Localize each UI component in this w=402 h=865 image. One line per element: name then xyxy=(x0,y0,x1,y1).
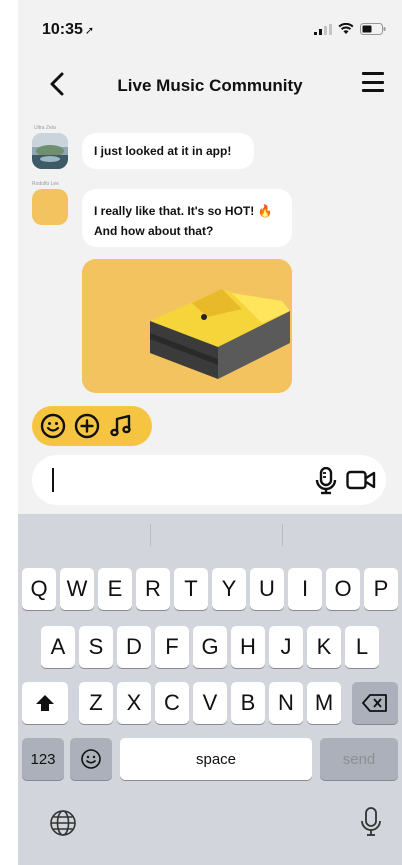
key-t[interactable]: T xyxy=(174,568,208,610)
emoji-icon xyxy=(40,413,66,439)
globe-icon xyxy=(50,810,76,836)
suggestion-bar xyxy=(18,514,402,554)
battery-icon xyxy=(360,23,386,35)
message-bubble: I just looked at it in app! xyxy=(82,133,254,169)
key-d[interactable]: D xyxy=(117,626,151,668)
add-button[interactable] xyxy=(74,413,100,439)
suggestion-divider xyxy=(282,524,283,546)
globe-button[interactable] xyxy=(48,808,78,838)
key-m[interactable]: M xyxy=(307,682,341,724)
key-l[interactable]: L xyxy=(345,626,379,668)
menu-bar xyxy=(362,72,384,75)
key-n[interactable]: N xyxy=(269,682,303,724)
message-bubble: I really like that. It's so HOT! 🔥 And h… xyxy=(82,189,292,247)
space-key[interactable]: space xyxy=(120,738,312,780)
backspace-icon xyxy=(362,694,387,712)
quick-actions-bar xyxy=(32,406,152,446)
key-f[interactable]: F xyxy=(155,626,189,668)
key-s[interactable]: S xyxy=(79,626,113,668)
message-text: I really like that. It's so HOT! 🔥 xyxy=(94,204,273,218)
phone-screen: 10:35 ➚ Live Music Community Ultra Zeta … xyxy=(18,0,402,865)
key-w[interactable]: W xyxy=(60,568,94,610)
emoji-button[interactable] xyxy=(40,413,66,439)
menu-bar xyxy=(362,80,384,84)
key-r[interactable]: R xyxy=(136,568,170,610)
keyboard: Q W E R T Y U I O P A S D F G H J K L Z … xyxy=(18,514,402,865)
key-y[interactable]: Y xyxy=(212,568,246,610)
key-o[interactable]: O xyxy=(326,568,360,610)
message-input[interactable] xyxy=(32,455,386,505)
voice-button[interactable] xyxy=(314,466,338,495)
key-b[interactable]: B xyxy=(231,682,265,724)
avatar[interactable] xyxy=(32,189,68,225)
backspace-key[interactable] xyxy=(352,682,398,724)
message-text: I just looked at it in app! xyxy=(94,144,232,158)
chat-header: Live Music Community xyxy=(18,56,402,116)
key-h[interactable]: H xyxy=(231,626,265,668)
suggestion-divider xyxy=(150,524,151,546)
sender-name: Rodolfo Lee xyxy=(32,181,59,187)
sender-name: Ultra Zeta xyxy=(34,125,56,131)
status-icons xyxy=(314,23,386,35)
key-j[interactable]: J xyxy=(269,626,303,668)
send-key[interactable]: send xyxy=(320,738,398,780)
emoji-icon xyxy=(81,749,101,769)
message-image[interactable] xyxy=(82,259,292,393)
key-x[interactable]: X xyxy=(117,682,151,724)
key-i[interactable]: I xyxy=(288,568,322,610)
key-p[interactable]: P xyxy=(364,568,398,610)
microphone-icon xyxy=(361,807,381,836)
key-z[interactable]: Z xyxy=(79,682,113,724)
time-text: 10:35 xyxy=(42,21,83,38)
avatar[interactable] xyxy=(32,133,68,169)
key-e[interactable]: E xyxy=(98,568,132,610)
text-caret xyxy=(52,468,54,492)
wifi-icon xyxy=(338,23,354,34)
image-illustration xyxy=(82,259,292,393)
menu-button[interactable] xyxy=(362,72,384,92)
shift-icon xyxy=(36,695,54,711)
key-u[interactable]: U xyxy=(250,568,284,610)
shift-key[interactable] xyxy=(22,682,68,724)
status-bar: 10:35 ➚ xyxy=(18,0,402,56)
add-icon xyxy=(74,413,100,439)
signal-icon xyxy=(314,23,332,35)
page-title: Live Music Community xyxy=(117,76,303,95)
key-v[interactable]: V xyxy=(193,682,227,724)
status-time: 10:35 ➚ xyxy=(42,21,94,39)
video-camera-icon xyxy=(346,470,376,490)
emoji-key[interactable] xyxy=(70,738,112,780)
key-a[interactable]: A xyxy=(41,626,75,668)
key-q[interactable]: Q xyxy=(22,568,56,610)
key-g[interactable]: G xyxy=(193,626,227,668)
dictation-button[interactable] xyxy=(358,806,384,838)
key-c[interactable]: C xyxy=(155,682,189,724)
microphone-icon xyxy=(315,466,337,495)
message-text: And how about that? xyxy=(94,224,214,238)
menu-bar xyxy=(362,89,384,92)
key-k[interactable]: K xyxy=(307,626,341,668)
location-arrow-icon: ➚ xyxy=(84,25,95,37)
numbers-key[interactable]: 123 xyxy=(22,738,64,780)
video-button[interactable] xyxy=(346,470,376,490)
music-note-icon xyxy=(110,414,131,437)
avatar-photo xyxy=(32,133,68,169)
music-button[interactable] xyxy=(108,413,134,439)
